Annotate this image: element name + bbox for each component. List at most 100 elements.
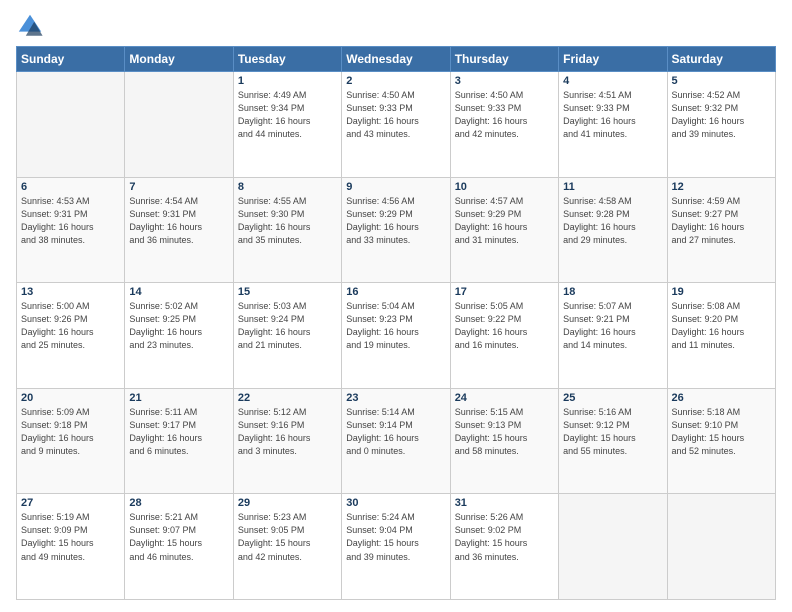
day-info: Sunrise: 4:50 AM Sunset: 9:33 PM Dayligh… <box>455 89 554 141</box>
day-info: Sunrise: 5:12 AM Sunset: 9:16 PM Dayligh… <box>238 406 337 458</box>
calendar-cell: 6 Sunrise: 4:53 AM Sunset: 9:31 PM Daylig… <box>17 177 125 283</box>
day-number: 20 <box>21 392 120 404</box>
calendar-cell: 25 Sunrise: 5:16 AM Sunset: 9:12 PM Dayli… <box>559 388 667 494</box>
day-number: 8 <box>238 181 337 193</box>
page: SundayMondayTuesdayWednesdayThursdayFrid… <box>0 0 792 612</box>
day-info: Sunrise: 5:05 AM Sunset: 9:22 PM Dayligh… <box>455 300 554 352</box>
calendar-week-row: 13Sunrise: 5:00 AM Sunset: 9:26 PM Dayli… <box>17 283 776 389</box>
day-info: Sunrise: 5:11 AM Sunset: 9:17 PM Dayligh… <box>129 406 228 458</box>
calendar-cell <box>17 72 125 178</box>
day-number: 2 <box>346 75 445 87</box>
day-info: Sunrise: 5:24 AM Sunset: 9:04 PM Dayligh… <box>346 511 445 563</box>
calendar-cell: 10 Sunrise: 4:57 AM Sunset: 9:29 PM Dayli… <box>450 177 558 283</box>
col-header-saturday: Saturday <box>667 47 775 72</box>
day-info: Sunrise: 4:59 AM Sunset: 9:27 PM Dayligh… <box>672 195 771 247</box>
calendar-cell: 4 Sunrise: 4:51 AM Sunset: 9:33 PM Daylig… <box>559 72 667 178</box>
day-info: Sunrise: 5:07 AM Sunset: 9:21 PM Dayligh… <box>563 300 662 352</box>
day-info: Sunrise: 4:53 AM Sunset: 9:31 PM Dayligh… <box>21 195 120 247</box>
calendar-cell: 1 Sunrise: 4:49 AM Sunset: 9:34 PM Daylig… <box>233 72 341 178</box>
logo-icon <box>16 12 44 40</box>
day-info: Sunrise: 5:04 AM Sunset: 9:23 PM Dayligh… <box>346 300 445 352</box>
calendar-cell: 5 Sunrise: 4:52 AM Sunset: 9:32 PM Daylig… <box>667 72 775 178</box>
col-header-monday: Monday <box>125 47 233 72</box>
day-info: Sunrise: 5:19 AM Sunset: 9:09 PM Dayligh… <box>21 511 120 563</box>
day-info: Sunrise: 4:56 AM Sunset: 9:29 PM Dayligh… <box>346 195 445 247</box>
calendar-cell: 3Sunrise: 4:50 AM Sunset: 9:33 PM Daylig… <box>450 72 558 178</box>
calendar-week-row: 20Sunrise: 5:09 AM Sunset: 9:18 PM Dayli… <box>17 388 776 494</box>
day-info: Sunrise: 5:00 AM Sunset: 9:26 PM Dayligh… <box>21 300 120 352</box>
day-number: 28 <box>129 497 228 509</box>
day-info: Sunrise: 5:03 AM Sunset: 9:24 PM Dayligh… <box>238 300 337 352</box>
day-info: Sunrise: 5:23 AM Sunset: 9:05 PM Dayligh… <box>238 511 337 563</box>
day-number: 12 <box>672 181 771 193</box>
calendar-cell: 15 Sunrise: 5:03 AM Sunset: 9:24 PM Dayli… <box>233 283 341 389</box>
calendar-cell: 23 Sunrise: 5:14 AM Sunset: 9:14 PM Dayli… <box>342 388 450 494</box>
calendar-cell: 30 Sunrise: 5:24 AM Sunset: 9:04 PM Dayli… <box>342 494 450 600</box>
day-number: 14 <box>129 286 228 298</box>
day-number: 31 <box>455 497 554 509</box>
calendar-cell: 16 Sunrise: 5:04 AM Sunset: 9:23 PM Dayli… <box>342 283 450 389</box>
day-number: 16 <box>346 286 445 298</box>
calendar-cell: 28Sunrise: 5:21 AM Sunset: 9:07 PM Dayli… <box>125 494 233 600</box>
day-number: 27 <box>21 497 120 509</box>
day-number: 23 <box>346 392 445 404</box>
day-number: 29 <box>238 497 337 509</box>
calendar-cell: 12 Sunrise: 4:59 AM Sunset: 9:27 PM Dayli… <box>667 177 775 283</box>
calendar-week-row: 27 Sunrise: 5:19 AM Sunset: 9:09 PM Dayli… <box>17 494 776 600</box>
day-number: 25 <box>563 392 662 404</box>
day-number: 6 <box>21 181 120 193</box>
day-info: Sunrise: 5:15 AM Sunset: 9:13 PM Dayligh… <box>455 406 554 458</box>
day-info: Sunrise: 4:57 AM Sunset: 9:29 PM Dayligh… <box>455 195 554 247</box>
calendar-cell: 19 Sunrise: 5:08 AM Sunset: 9:20 PM Dayli… <box>667 283 775 389</box>
calendar-cell: 9 Sunrise: 4:56 AM Sunset: 9:29 PM Daylig… <box>342 177 450 283</box>
calendar-cell: 24 Sunrise: 5:15 AM Sunset: 9:13 PM Dayli… <box>450 388 558 494</box>
header <box>16 12 776 40</box>
day-info: Sunrise: 4:55 AM Sunset: 9:30 PM Dayligh… <box>238 195 337 247</box>
day-number: 5 <box>672 75 771 87</box>
calendar-cell: 22 Sunrise: 5:12 AM Sunset: 9:16 PM Dayli… <box>233 388 341 494</box>
calendar-cell <box>559 494 667 600</box>
day-info: Sunrise: 5:16 AM Sunset: 9:12 PM Dayligh… <box>563 406 662 458</box>
day-info: Sunrise: 4:54 AM Sunset: 9:31 PM Dayligh… <box>129 195 228 247</box>
day-info: Sunrise: 4:51 AM Sunset: 9:33 PM Dayligh… <box>563 89 662 141</box>
calendar-cell: 8 Sunrise: 4:55 AM Sunset: 9:30 PM Daylig… <box>233 177 341 283</box>
day-info: Sunrise: 4:50 AM Sunset: 9:33 PM Dayligh… <box>346 89 445 141</box>
col-header-thursday: Thursday <box>450 47 558 72</box>
day-number: 4 <box>563 75 662 87</box>
day-number: 11 <box>563 181 662 193</box>
calendar-cell: 14 Sunrise: 5:02 AM Sunset: 9:25 PM Dayli… <box>125 283 233 389</box>
col-header-sunday: Sunday <box>17 47 125 72</box>
col-header-tuesday: Tuesday <box>233 47 341 72</box>
day-info: Sunrise: 5:14 AM Sunset: 9:14 PM Dayligh… <box>346 406 445 458</box>
day-number: 9 <box>346 181 445 193</box>
day-info: Sunrise: 4:49 AM Sunset: 9:34 PM Dayligh… <box>238 89 337 141</box>
day-number: 17 <box>455 286 554 298</box>
calendar-header-row: SundayMondayTuesdayWednesdayThursdayFrid… <box>17 47 776 72</box>
day-info: Sunrise: 5:26 AM Sunset: 9:02 PM Dayligh… <box>455 511 554 563</box>
calendar-cell: 26Sunrise: 5:18 AM Sunset: 9:10 PM Dayli… <box>667 388 775 494</box>
day-number: 22 <box>238 392 337 404</box>
day-info: Sunrise: 5:02 AM Sunset: 9:25 PM Dayligh… <box>129 300 228 352</box>
calendar-cell: 27 Sunrise: 5:19 AM Sunset: 9:09 PM Dayli… <box>17 494 125 600</box>
day-info: Sunrise: 5:18 AM Sunset: 9:10 PM Dayligh… <box>672 406 771 458</box>
calendar-week-row: 6 Sunrise: 4:53 AM Sunset: 9:31 PM Daylig… <box>17 177 776 283</box>
calendar-cell: 17 Sunrise: 5:05 AM Sunset: 9:22 PM Dayli… <box>450 283 558 389</box>
day-number: 10 <box>455 181 554 193</box>
calendar-cell: 18Sunrise: 5:07 AM Sunset: 9:21 PM Dayli… <box>559 283 667 389</box>
day-number: 15 <box>238 286 337 298</box>
day-info: Sunrise: 5:08 AM Sunset: 9:20 PM Dayligh… <box>672 300 771 352</box>
calendar-cell: 7 Sunrise: 4:54 AM Sunset: 9:31 PM Daylig… <box>125 177 233 283</box>
col-header-friday: Friday <box>559 47 667 72</box>
calendar-cell <box>125 72 233 178</box>
calendar-cell: 21Sunrise: 5:11 AM Sunset: 9:17 PM Dayli… <box>125 388 233 494</box>
calendar-table: SundayMondayTuesdayWednesdayThursdayFrid… <box>16 46 776 600</box>
day-number: 30 <box>346 497 445 509</box>
day-number: 7 <box>129 181 228 193</box>
day-number: 19 <box>672 286 771 298</box>
calendar-cell <box>667 494 775 600</box>
calendar-cell: 2 Sunrise: 4:50 AM Sunset: 9:33 PM Daylig… <box>342 72 450 178</box>
day-number: 1 <box>238 75 337 87</box>
day-number: 24 <box>455 392 554 404</box>
day-info: Sunrise: 4:52 AM Sunset: 9:32 PM Dayligh… <box>672 89 771 141</box>
calendar-week-row: 1 Sunrise: 4:49 AM Sunset: 9:34 PM Daylig… <box>17 72 776 178</box>
